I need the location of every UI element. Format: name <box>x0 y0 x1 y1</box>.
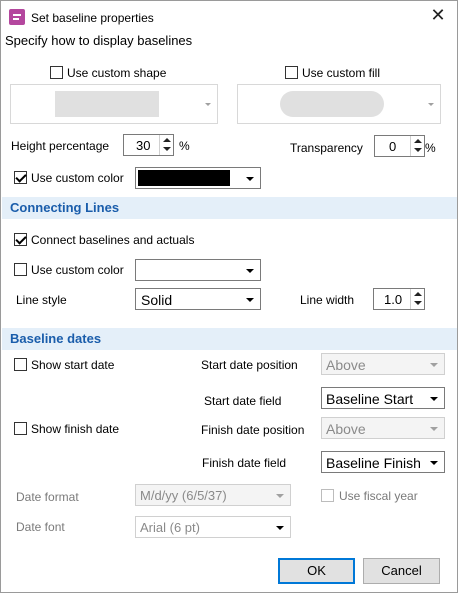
show-start-date-checkbox[interactable] <box>14 358 27 371</box>
date-font-label: Date font <box>16 520 65 534</box>
chevron-down-icon <box>430 363 438 367</box>
height-unit: % <box>179 139 190 153</box>
line-width-spinner[interactable]: 1.0 <box>373 288 425 310</box>
use-custom-color-checkbox[interactable] <box>14 171 27 184</box>
chevron-down-icon <box>205 103 211 106</box>
start-date-position-value: Above <box>326 357 366 373</box>
window-title: Set baseline properties <box>31 11 154 25</box>
baseline-dates-header: Baseline dates <box>2 328 457 350</box>
use-fiscal-year-label: Use fiscal year <box>339 489 418 503</box>
chevron-down-icon <box>428 103 434 106</box>
transparency-unit: % <box>425 141 436 155</box>
date-format-value: M/d/yy (6/5/37) <box>140 488 227 503</box>
use-custom-shape-checkbox[interactable] <box>50 66 63 79</box>
finish-date-position-select[interactable]: Above <box>321 417 445 439</box>
chevron-down-icon <box>430 397 438 401</box>
spin-down-icon[interactable] <box>163 147 171 151</box>
date-font-value: Arial (6 pt) <box>140 520 200 535</box>
line-style-value: Solid <box>141 292 173 308</box>
shape-preview-swatch <box>55 91 159 117</box>
use-custom-shape-label: Use custom shape <box>67 66 167 80</box>
connecting-lines-header: Connecting Lines <box>2 197 457 219</box>
chevron-down-icon <box>246 298 254 302</box>
show-finish-date-checkbox[interactable] <box>14 422 27 435</box>
start-date-field-label: Start date field <box>204 394 282 408</box>
chevron-down-icon <box>430 427 438 431</box>
ok-button[interactable]: OK <box>278 558 355 584</box>
dialog-subtitle: Specify how to display baselines <box>5 33 193 48</box>
spin-up-icon[interactable] <box>414 292 422 296</box>
chevron-down-icon <box>246 177 254 181</box>
use-fiscal-year-checkbox[interactable] <box>321 489 334 502</box>
connecting-lines-title: Connecting Lines <box>10 200 120 215</box>
start-date-position-select[interactable]: Above <box>321 353 445 375</box>
chevron-down-icon <box>430 461 438 465</box>
use-custom-color-label: Use custom color <box>31 171 124 185</box>
connect-baselines-checkbox[interactable] <box>14 233 27 246</box>
baseline-dates-title: Baseline dates <box>10 331 102 346</box>
spin-up-icon[interactable] <box>163 138 171 142</box>
app-icon <box>9 9 25 25</box>
line-color-picker[interactable] <box>135 259 261 281</box>
date-format-select[interactable]: M/d/yy (6/5/37) <box>135 484 291 506</box>
finish-date-position-label: Finish date position <box>201 423 305 437</box>
date-format-label: Date format <box>16 490 79 504</box>
finish-date-field-value: Baseline Finish <box>326 455 421 471</box>
height-percentage-spinner[interactable]: 30 <box>123 134 174 156</box>
use-custom-fill-checkbox[interactable] <box>285 66 298 79</box>
spinner-buttons[interactable] <box>410 136 424 156</box>
finish-date-field-label: Finish date field <box>202 456 287 470</box>
fill-preview-swatch <box>280 91 384 117</box>
finish-date-position-value: Above <box>326 421 366 437</box>
transparency-label: Transparency <box>290 141 363 155</box>
date-font-select[interactable]: Arial (6 pt) <box>135 516 291 538</box>
line-custom-color-label: Use custom color <box>31 263 124 277</box>
height-percentage-label: Height percentage <box>11 139 110 153</box>
cancel-button[interactable]: Cancel <box>363 558 440 584</box>
custom-shape-dropdown[interactable] <box>10 84 218 124</box>
line-width-value: 1.0 <box>384 292 403 307</box>
chevron-down-icon <box>276 526 284 530</box>
show-start-date-label: Show start date <box>31 358 115 372</box>
spin-down-icon[interactable] <box>414 148 422 152</box>
line-width-label: Line width <box>300 293 355 307</box>
start-date-field-value: Baseline Start <box>326 391 414 407</box>
spin-down-icon[interactable] <box>414 301 422 305</box>
chevron-down-icon <box>276 494 284 498</box>
color-swatch <box>138 170 230 186</box>
custom-color-picker[interactable] <box>135 167 261 189</box>
line-custom-color-checkbox[interactable] <box>14 263 27 276</box>
chevron-down-icon <box>246 269 254 273</box>
spinner-buttons[interactable] <box>410 289 424 309</box>
line-style-label: Line style <box>16 293 67 307</box>
height-percentage-value: 30 <box>136 138 151 153</box>
line-style-select[interactable]: Solid <box>135 288 261 310</box>
connect-baselines-label: Connect baselines and actuals <box>31 233 195 247</box>
dialog-window: Set baseline properties ✕ Specify how to… <box>0 0 458 593</box>
start-date-field-select[interactable]: Baseline Start <box>321 387 445 409</box>
spinner-buttons[interactable] <box>159 135 173 155</box>
custom-fill-dropdown[interactable] <box>237 84 441 124</box>
show-finish-date-label: Show finish date <box>31 422 120 436</box>
start-date-position-label: Start date position <box>201 358 298 372</box>
transparency-spinner[interactable]: 0 <box>374 135 425 157</box>
finish-date-field-select[interactable]: Baseline Finish <box>321 451 445 473</box>
transparency-value: 0 <box>389 139 397 154</box>
spin-up-icon[interactable] <box>414 139 422 143</box>
close-icon[interactable]: ✕ <box>425 3 451 27</box>
use-custom-fill-label: Use custom fill <box>302 66 381 80</box>
